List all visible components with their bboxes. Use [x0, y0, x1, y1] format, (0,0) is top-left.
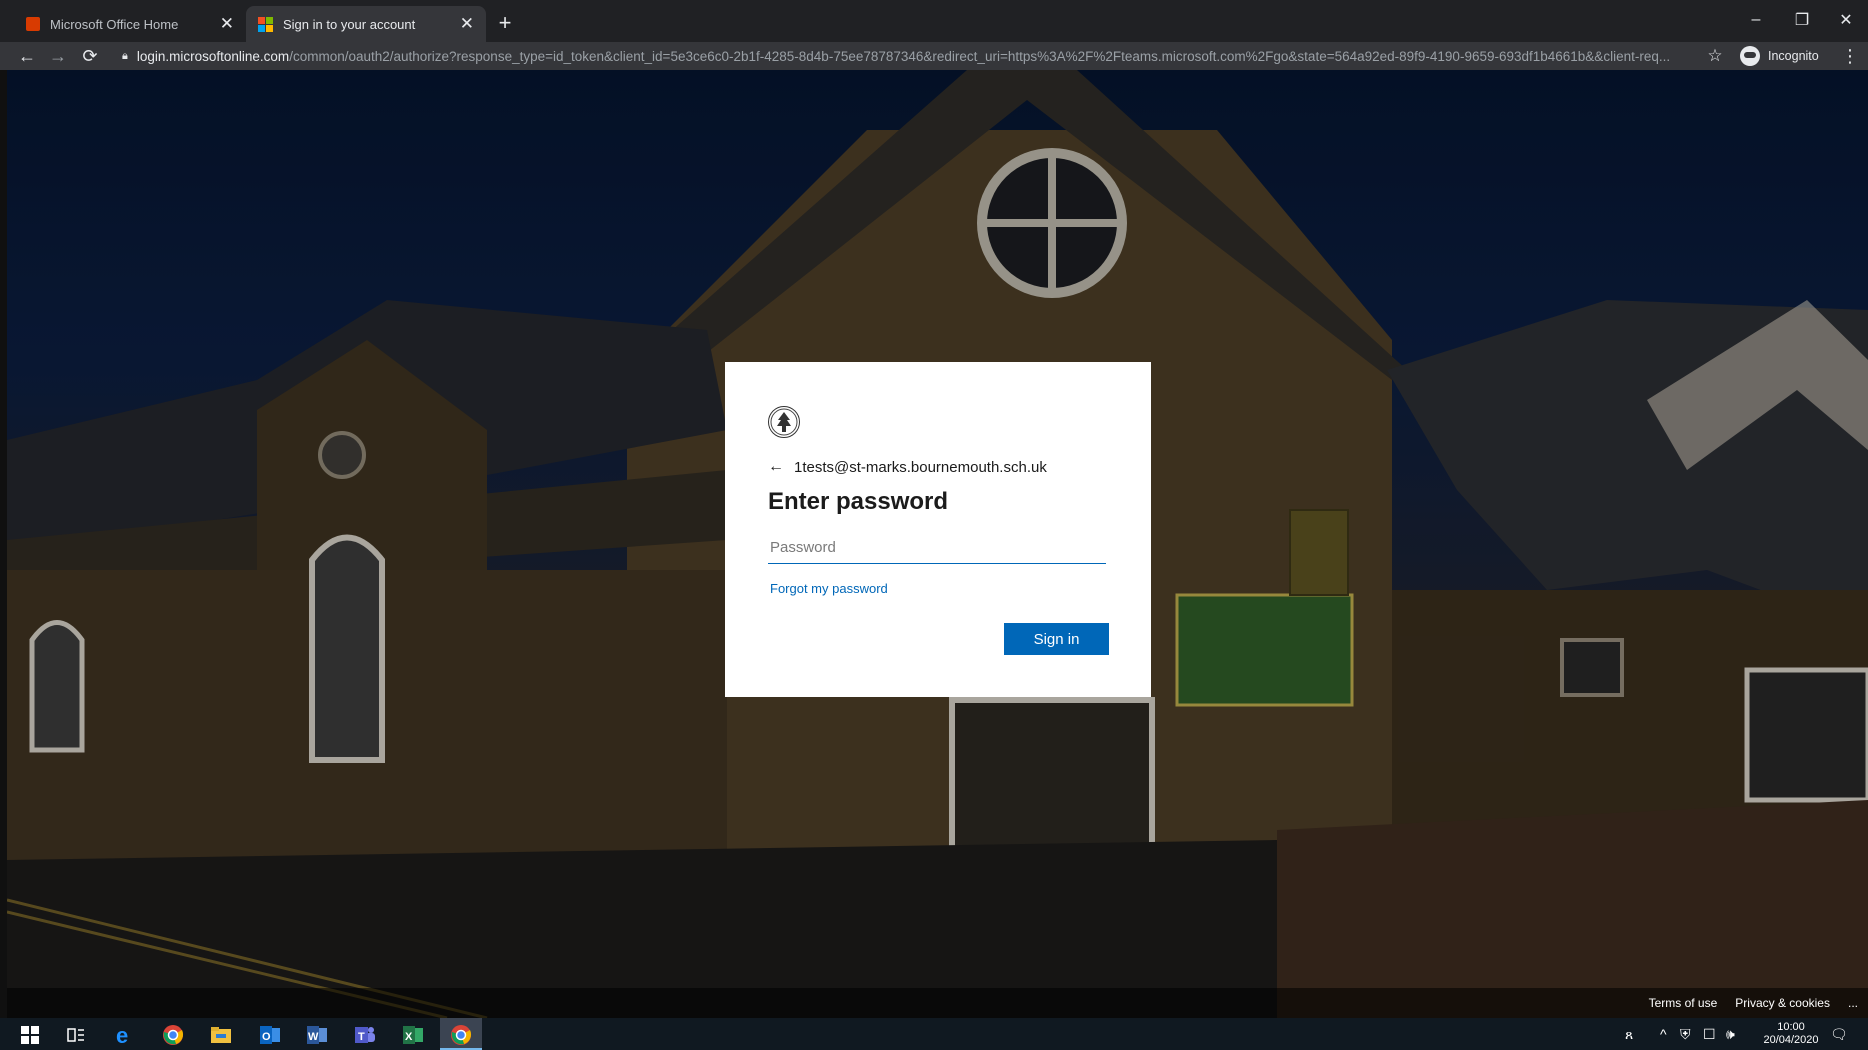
volume-icon[interactable]: 🕪︎: [1726, 1018, 1735, 1050]
edge-icon[interactable]: e: [112, 1022, 138, 1048]
forward-button[interactable]: →: [46, 44, 70, 68]
browser-menu-icon[interactable]: ⋮: [1840, 44, 1860, 68]
url-host: login.microsoftonline.com: [136, 48, 290, 64]
close-tab-icon[interactable]: ✕: [220, 14, 234, 34]
windows-taskbar: e O W T X ጸ ^ ⛨ ☐ 🕪︎ 10:00 20/04/2020 🗨︎: [0, 1018, 1868, 1050]
show-hidden-icons-icon[interactable]: ^: [1660, 1018, 1667, 1050]
svg-text:W: W: [308, 1031, 319, 1043]
page-footer: Terms of use Privacy & cookies ...: [7, 988, 1868, 1018]
notifications-icon[interactable]: 🗨︎: [1830, 1018, 1848, 1050]
tab-title: Sign in to your account: [283, 16, 416, 32]
close-tab-icon[interactable]: ✕: [460, 14, 474, 34]
teams-icon[interactable]: T: [352, 1022, 378, 1048]
terms-of-use-link[interactable]: Terms of use: [1649, 996, 1718, 1010]
school-logo-icon: [768, 406, 800, 438]
clock-date: 20/04/2020: [1763, 1034, 1819, 1046]
file-explorer-icon[interactable]: [208, 1022, 234, 1048]
task-view-icon[interactable]: [63, 1022, 89, 1048]
bookmark-star-icon[interactable]: ☆: [1703, 44, 1727, 68]
forgot-password-link[interactable]: Forgot my password: [770, 581, 888, 596]
browser-tab-strip: Microsoft Office Home ✕ Sign in to your …: [0, 0, 1868, 42]
incognito-profile-button[interactable]: Incognito: [1740, 44, 1819, 68]
tab-sign-in[interactable]: Sign in to your account ✕: [246, 6, 486, 42]
sign-in-card: ← 1tests@st-marks.bournemouth.sch.uk Ent…: [725, 362, 1151, 697]
incognito-icon: [1740, 46, 1760, 66]
word-icon[interactable]: W: [304, 1022, 330, 1048]
lock-icon: 🔒︎: [122, 49, 128, 62]
system-clock[interactable]: 10:00 20/04/2020: [1753, 1021, 1829, 1047]
tab-title: Microsoft Office Home: [50, 16, 179, 32]
svg-text:O: O: [262, 1031, 271, 1043]
address-bar[interactable]: 🔒︎ login.microsoftonline.com/common/oaut…: [112, 43, 1732, 69]
back-button[interactable]: ←: [15, 44, 39, 68]
close-window-button[interactable]: ✕: [1824, 0, 1868, 40]
footer-more-button[interactable]: ...: [1848, 996, 1858, 1010]
sign-in-button[interactable]: Sign in: [1004, 623, 1109, 655]
chrome-icon[interactable]: [448, 1022, 474, 1048]
page-title: Enter password: [768, 488, 949, 515]
back-arrow-icon[interactable]: ←: [768, 458, 784, 476]
svg-text:e: e: [116, 1024, 128, 1046]
privacy-cookies-link[interactable]: Privacy & cookies: [1735, 996, 1830, 1010]
minimize-button[interactable]: –: [1734, 0, 1778, 40]
network-icon[interactable]: ☐: [1703, 1018, 1716, 1050]
browser-toolbar: ← → ⟳ 🔒︎ login.microsoftonline.com/commo…: [0, 42, 1868, 70]
restore-button[interactable]: ❐: [1780, 0, 1824, 40]
people-icon[interactable]: ጸ: [1625, 1018, 1633, 1050]
security-icon[interactable]: ⛨: [1680, 1018, 1691, 1050]
chrome-icon[interactable]: [160, 1022, 186, 1048]
microsoft-icon: [258, 16, 273, 32]
svg-text:T: T: [358, 1031, 365, 1043]
outlook-icon[interactable]: O: [257, 1022, 283, 1048]
password-input[interactable]: [768, 532, 1106, 564]
office-icon: [26, 17, 40, 31]
reload-button[interactable]: ⟳: [78, 44, 102, 68]
new-tab-button[interactable]: +: [490, 8, 520, 38]
excel-icon[interactable]: X: [400, 1022, 426, 1048]
svg-text:X: X: [405, 1031, 413, 1043]
account-email: 1tests@st-marks.bournemouth.sch.uk: [794, 458, 1047, 476]
url-path: /common/oauth2/authorize?response_type=i…: [289, 48, 1671, 64]
tab-microsoft-office-home[interactable]: Microsoft Office Home ✕: [14, 6, 246, 42]
clock-time: 10:00: [1777, 1021, 1805, 1033]
windows-start-icon[interactable]: [17, 1022, 43, 1048]
account-identity[interactable]: ← 1tests@st-marks.bournemouth.sch.uk: [768, 458, 1047, 476]
incognito-label: Incognito: [1768, 49, 1819, 63]
